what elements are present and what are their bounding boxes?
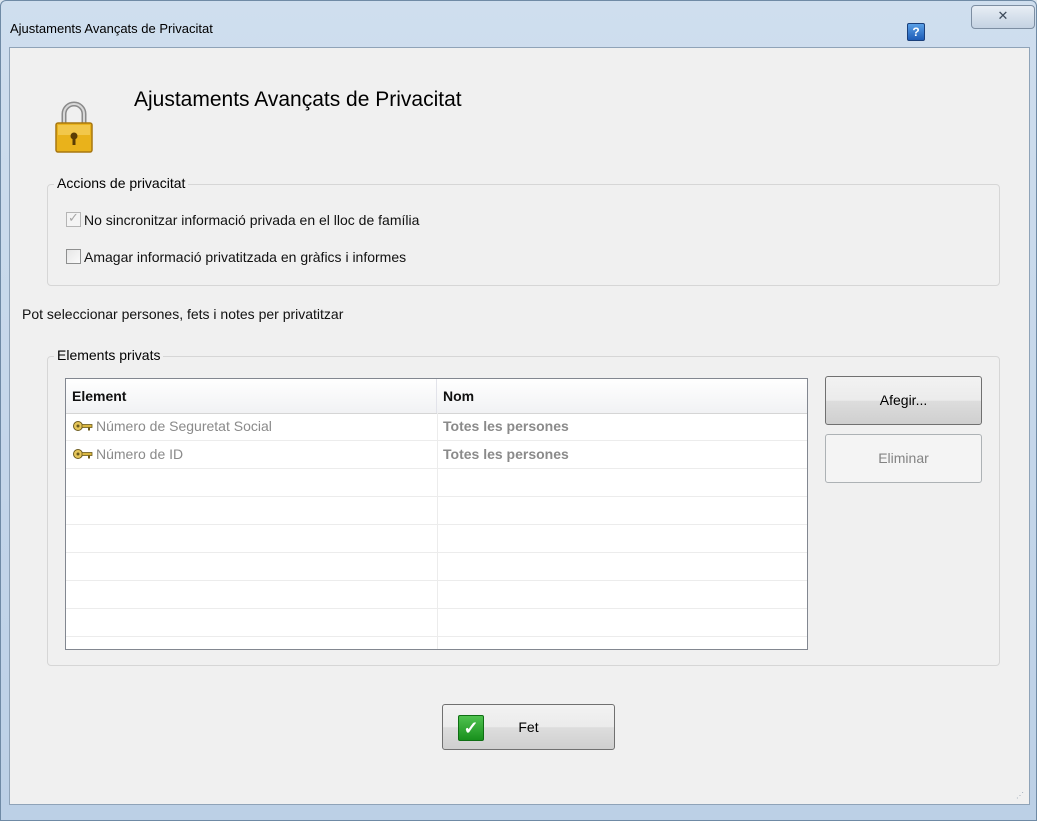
window-title: Ajustaments Avançats de Privacitat (10, 21, 213, 36)
resize-grip-icon[interactable]: ⋰ (1016, 791, 1026, 801)
empty-row (66, 609, 807, 637)
name-cell: Totes les persones (443, 446, 569, 462)
sync-private-checkbox[interactable]: ✓ (66, 210, 81, 227)
sync-private-checkbox-row[interactable]: ✓ No sincronitzar informació privada en e… (66, 210, 420, 230)
empty-row (66, 497, 807, 525)
help-icon[interactable]: ? (907, 23, 925, 41)
empty-row (66, 581, 807, 609)
checkmark-icon: ✓ (68, 210, 79, 225)
title-bar[interactable]: Ajustaments Avançats de Privacitat ? ✕ (1, 1, 1036, 47)
private-elements-legend: Elements privats (54, 347, 164, 363)
column-header-element[interactable]: Element (66, 379, 437, 413)
hide-private-label: Amagar informació privatitzada en gràfic… (84, 249, 407, 265)
element-cell: Número de Seguretat Social (72, 413, 432, 440)
list-header: Element Nom (66, 379, 807, 414)
dialog-content: Ajustaments Avançats de Privacitat Accio… (9, 47, 1030, 805)
table-row[interactable]: Número de Seguretat Social Totes les per… (66, 413, 807, 441)
hide-private-checkbox-row[interactable]: Amagar informació privatitzada en gràfic… (66, 249, 406, 267)
lock-icon (55, 101, 93, 153)
privacy-actions-legend: Accions de privacitat (54, 175, 189, 191)
done-label: Fet (518, 719, 539, 735)
key-icon (73, 421, 93, 431)
info-text: Pot seleccionar persones, fets i notes p… (22, 306, 344, 322)
close-button[interactable]: ✕ (971, 5, 1035, 29)
key-icon (73, 449, 93, 459)
page-title: Ajustaments Avançats de Privacitat (134, 88, 462, 111)
sync-private-label: No sincronitzar informació privada en el… (84, 212, 420, 228)
element-name: Número de Seguretat Social (96, 418, 272, 434)
element-cell: Número de ID (72, 441, 432, 468)
privacy-actions-group: Accions de privacitat ✓ No sincronitzar i… (47, 175, 1000, 286)
add-button[interactable]: Afegir... (825, 376, 982, 425)
empty-row (66, 553, 807, 581)
dialog-window: Ajustaments Avançats de Privacitat ? ✕ A… (0, 0, 1037, 821)
empty-row (66, 525, 807, 553)
hide-private-checkbox[interactable] (66, 249, 81, 264)
column-header-name[interactable]: Nom (437, 379, 807, 413)
remove-button[interactable]: Eliminar (825, 434, 982, 483)
name-cell: Totes les persones (443, 418, 569, 434)
empty-row (66, 469, 807, 497)
table-row[interactable]: Número de ID Totes les persones (66, 441, 807, 469)
element-name: Número de ID (96, 446, 184, 462)
done-button[interactable]: ✓ Fet (442, 704, 615, 750)
private-elements-list[interactable]: Element Nom Número de Seguretat Social T… (65, 378, 808, 650)
